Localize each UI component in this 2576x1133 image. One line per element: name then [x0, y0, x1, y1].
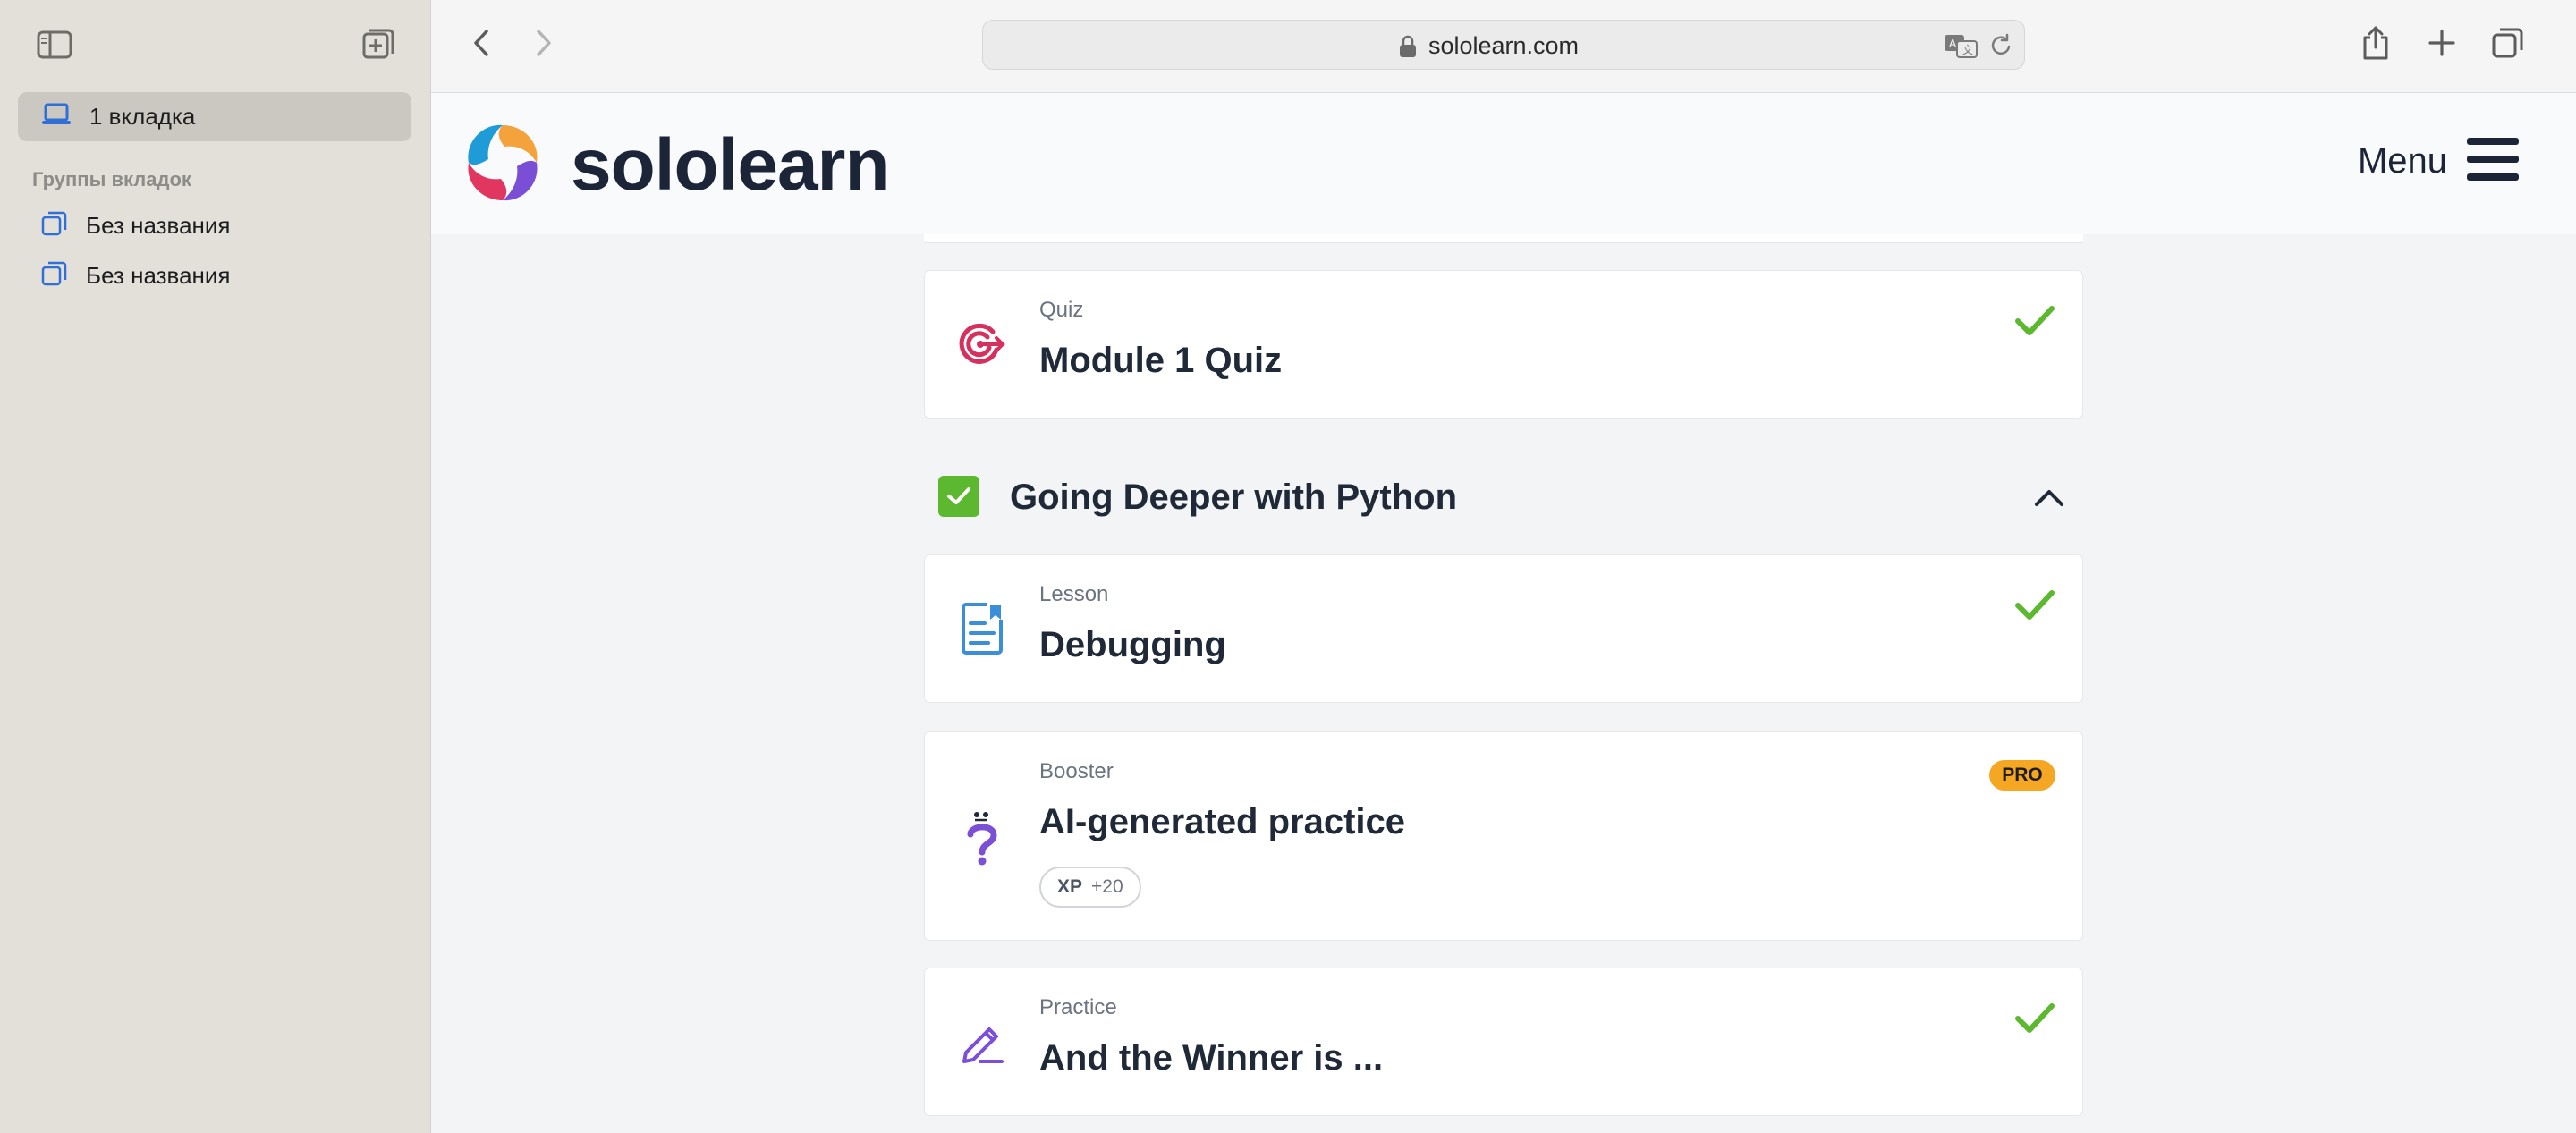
forward-button[interactable] — [524, 25, 564, 64]
sidebar-item-label: 1 вкладка — [89, 103, 196, 130]
laptop-icon — [41, 103, 72, 131]
item-kind: Quiz — [1039, 298, 1084, 322]
site-header: sololearn Menu — [431, 93, 2576, 234]
pencil-edit-icon — [955, 1015, 1009, 1069]
tab-overview-icon — [2491, 26, 2525, 64]
tab-overview-button[interactable] — [2488, 25, 2528, 64]
sidebar-item-tab-group[interactable]: Без названия — [41, 207, 230, 243]
checkmark-icon — [947, 487, 970, 504]
xp-label: XP — [1057, 876, 1083, 897]
module-title: Going Deeper with Python — [1010, 478, 1458, 517]
new-tab-button[interactable] — [2422, 25, 2462, 64]
hamburger-icon — [2467, 136, 2519, 187]
item-title: Module 1 Quiz — [1039, 341, 1283, 380]
sidebar-toggle-icon[interactable] — [36, 27, 73, 63]
url-text: sololearn.com — [1428, 32, 1580, 59]
item-kind: Booster — [1039, 759, 1114, 783]
sidebar-section-title: Группы вкладок — [32, 168, 191, 190]
course-content: Quiz Module 1 Quiz Going Deeper with Pyt… — [431, 234, 2576, 1133]
svg-text:文: 文 — [1962, 43, 1973, 56]
xp-reward-chip: XP +20 — [1039, 867, 1141, 908]
sidebar-item-label: Без названия — [86, 261, 231, 289]
lesson-card[interactable]: Lesson Debugging — [924, 554, 2083, 703]
sidebar-toolbar — [0, 0, 431, 89]
item-kind: Lesson — [1039, 582, 1109, 606]
sidebar-item-label: Без названия — [86, 211, 231, 239]
menu-label: Menu — [2357, 141, 2447, 181]
reload-icon[interactable] — [1990, 33, 2013, 63]
browser-toolbar: sololearn.com A文 — [431, 0, 2576, 93]
chevron-right-icon — [533, 29, 555, 62]
question-mark-icon — [955, 811, 1009, 866]
tab-group-icon — [41, 210, 68, 241]
menu-button[interactable]: Menu — [2358, 136, 2519, 187]
checkmark-icon — [2015, 306, 2055, 335]
chevron-left-icon — [470, 29, 492, 62]
share-icon — [2361, 25, 2390, 65]
address-bar[interactable]: sololearn.com A文 — [982, 20, 2025, 70]
translate-icon[interactable]: A文 — [1944, 33, 1978, 63]
sololearn-logo-icon — [458, 118, 547, 212]
new-tab-group-icon[interactable] — [360, 27, 397, 63]
sidebar-item-tab-group[interactable]: Без названия — [41, 258, 230, 293]
logo-text: sololearn — [571, 123, 890, 206]
lesson-document-icon — [955, 602, 1009, 655]
previous-card-edge — [924, 234, 2083, 243]
plus-icon — [2428, 29, 2455, 61]
tab-group-icon — [41, 260, 68, 292]
svg-text:A: A — [1949, 38, 1957, 50]
pro-badge: PRO — [1989, 760, 2055, 791]
practice-card[interactable]: Practice And the Winner is ... — [924, 968, 2083, 1116]
back-button[interactable] — [462, 25, 501, 64]
module-header[interactable]: Going Deeper with Python — [924, 465, 2083, 528]
module-complete-checkbox — [938, 476, 979, 517]
xp-value: +20 — [1091, 876, 1123, 897]
chevron-up-icon[interactable] — [2031, 479, 2067, 515]
item-title: And the Winner is ... — [1039, 1038, 1384, 1078]
share-button[interactable] — [2356, 25, 2395, 64]
item-title: Debugging — [1039, 625, 1226, 664]
quiz-card[interactable]: Quiz Module 1 Quiz — [924, 270, 2083, 419]
booster-card[interactable]: Booster AI-generated practice PRO XP +20 — [924, 731, 2083, 941]
checkmark-icon — [2015, 1003, 2055, 1033]
target-icon — [955, 317, 1009, 371]
safari-sidebar: 1 вкладка Группы вкладок Без названия Бе… — [0, 0, 431, 1133]
sidebar-item-current-tabs[interactable]: 1 вкладка — [18, 92, 411, 141]
item-title: AI-generated practice — [1039, 802, 1406, 841]
sololearn-logo[interactable]: sololearn — [458, 118, 890, 212]
checkmark-icon — [2015, 590, 2055, 620]
item-kind: Practice — [1039, 995, 1117, 1019]
